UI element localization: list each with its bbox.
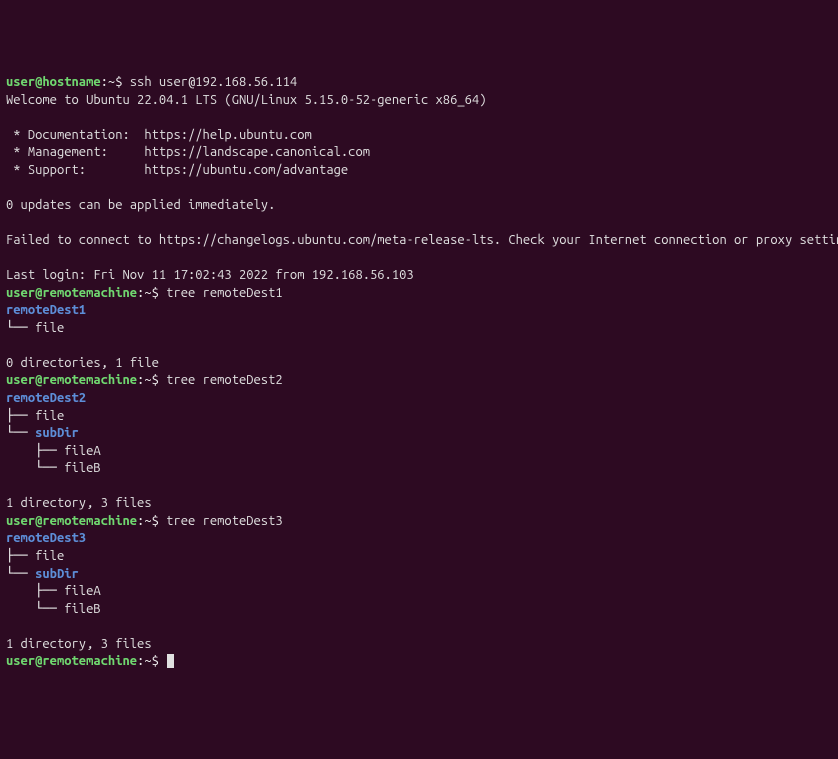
command-text: tree remoteDest2	[166, 373, 282, 387]
tree-summary: 0 directories, 1 file	[6, 356, 159, 370]
terminal-output[interactable]: user@hostname:~$ ssh user@192.168.56.114…	[6, 74, 832, 671]
tree-root-dir: remoteDest2	[6, 391, 86, 405]
cursor-icon	[167, 654, 174, 668]
support-link-line: * Support: https://ubuntu.com/advantage	[6, 163, 348, 177]
tree-line: ├── fileA	[6, 444, 101, 458]
tree-line: └── fileB	[6, 602, 101, 616]
tree-line: └── fileB	[6, 461, 101, 475]
tree-branch: └──	[6, 426, 35, 440]
prompt-user: user@remotemachine	[6, 373, 137, 387]
prompt-user: user@remotemachine	[6, 514, 137, 528]
tree-root-dir: remoteDest3	[6, 531, 86, 545]
command-text: tree remoteDest3	[166, 514, 282, 528]
tree-root-dir: remoteDest1	[6, 303, 86, 317]
command-text: tree remoteDest1	[166, 286, 282, 300]
prompt-dollar: $	[152, 514, 167, 528]
failed-line: Failed to connect to https://changelogs.…	[6, 233, 838, 247]
tree-line: └── file	[6, 321, 64, 335]
prompt-dollar: $	[152, 373, 167, 387]
welcome-line: Welcome to Ubuntu 22.04.1 LTS (GNU/Linux…	[6, 93, 486, 107]
prompt-dollar: $	[152, 286, 167, 300]
mgmt-link-line: * Management: https://landscape.canonica…	[6, 145, 370, 159]
tree-subdir: subDir	[35, 567, 79, 581]
tree-branch: └──	[6, 567, 35, 581]
prompt-sep: :~	[137, 286, 152, 300]
command-text: ssh user@192.168.56.114	[130, 75, 297, 89]
prompt-sep: :~	[137, 373, 152, 387]
lastlogin-line: Last login: Fri Nov 11 17:02:43 2022 fro…	[6, 268, 414, 282]
tree-summary: 1 directory, 3 files	[6, 637, 152, 651]
tree-line: ├── fileA	[6, 584, 101, 598]
tree-line: ├── file	[6, 549, 64, 563]
updates-line: 0 updates can be applied immediately.	[6, 198, 275, 212]
prompt-sep: :~	[101, 75, 116, 89]
prompt-dollar: $	[152, 654, 167, 668]
prompt-user: user@remotemachine	[6, 654, 137, 668]
prompt-dollar: $	[115, 75, 130, 89]
prompt-sep: :~	[137, 654, 152, 668]
prompt-user: user@hostname	[6, 75, 101, 89]
prompt-sep: :~	[137, 514, 152, 528]
tree-summary: 1 directory, 3 files	[6, 496, 152, 510]
doc-link-line: * Documentation: https://help.ubuntu.com	[6, 128, 312, 142]
prompt-user: user@remotemachine	[6, 286, 137, 300]
tree-line: ├── file	[6, 409, 64, 423]
tree-subdir: subDir	[35, 426, 79, 440]
